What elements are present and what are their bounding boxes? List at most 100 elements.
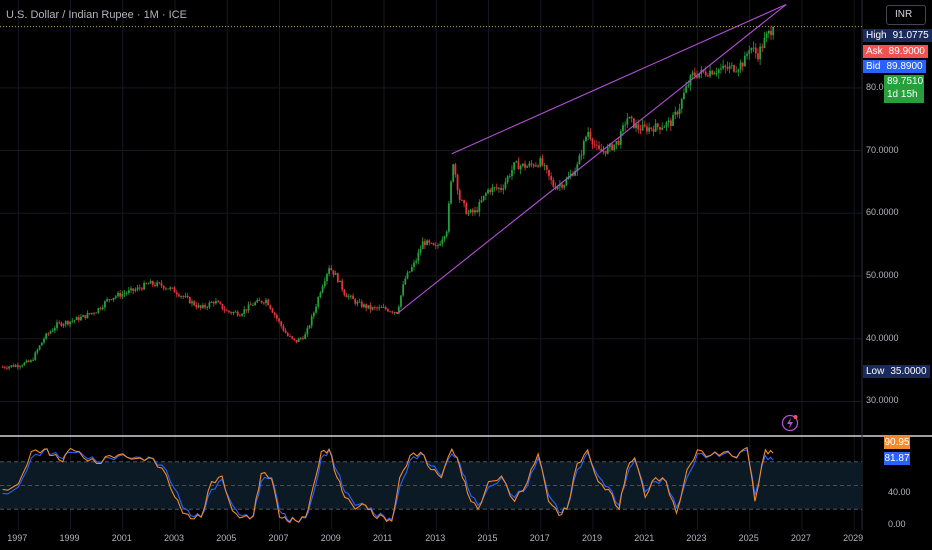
candle-body (132, 288, 135, 291)
candle-body (97, 308, 100, 313)
candle-body (175, 292, 178, 295)
candle-body (561, 184, 563, 188)
time-tick-label: 2019 (581, 533, 602, 543)
candle-body (713, 73, 716, 75)
candle-body (188, 297, 191, 304)
candle-body (330, 268, 333, 271)
candle-body (323, 281, 326, 287)
candle-body (149, 281, 152, 284)
candle-body (439, 243, 442, 246)
candle-body (445, 231, 448, 237)
candle-body (606, 147, 609, 154)
candle-body (347, 296, 350, 298)
candle-body (106, 299, 108, 302)
candle-body (47, 333, 50, 335)
candle-body (312, 312, 315, 317)
candle-body (593, 144, 596, 146)
candle-body (487, 189, 489, 194)
lightning-icon[interactable] (781, 414, 799, 432)
candle-body (535, 165, 537, 167)
time-tick-label: 2025 (738, 533, 759, 543)
candle-body (552, 180, 555, 187)
candle-body (77, 317, 80, 321)
candle-body (34, 352, 37, 361)
high-tag-label: High (863, 29, 890, 42)
candle-body (672, 114, 674, 127)
candle-body (493, 187, 496, 189)
stoch-k-tag: 90.95 (884, 436, 910, 449)
candle-body (650, 127, 653, 129)
candle-body (480, 200, 483, 203)
candle-body (754, 47, 757, 54)
time-tick-label: 2007 (268, 533, 289, 543)
candle-body (519, 165, 522, 170)
candle-body (630, 116, 633, 119)
candle-body (25, 360, 28, 363)
candle-body (302, 338, 304, 340)
candle-body (62, 324, 65, 326)
candle-body (506, 176, 509, 182)
candle-body (471, 209, 474, 213)
candle-body (461, 199, 463, 201)
candle-body (258, 300, 261, 301)
candle-body (704, 71, 707, 76)
candle-body (622, 125, 624, 132)
candle-body (134, 289, 137, 291)
candle-body (665, 122, 668, 127)
candle-body (252, 304, 254, 306)
candle-body (663, 126, 666, 128)
candle-body (334, 273, 337, 275)
candle-body (49, 331, 52, 334)
candle-body (121, 293, 124, 297)
candle-body (265, 299, 267, 304)
candle-body (437, 245, 439, 247)
candle-body (243, 309, 246, 314)
currency-button[interactable]: INR (886, 5, 926, 25)
candle-body (326, 273, 328, 282)
candle-body (772, 26, 775, 36)
candle-body (130, 288, 132, 291)
candle-body (528, 163, 531, 167)
candle-body (563, 185, 566, 188)
candle-body (167, 288, 169, 290)
bid-tag-value: 89.8900 (883, 60, 926, 73)
candle-body (450, 181, 452, 204)
candlestick-series (1, 25, 775, 371)
candle-body (715, 72, 718, 74)
candle-body (341, 280, 344, 290)
candle-body (123, 293, 126, 295)
candle-body (452, 164, 455, 182)
candle-body (685, 86, 688, 93)
price-tick-label: 60.0000 (866, 207, 899, 218)
candle-body (691, 72, 694, 76)
candle-body (456, 174, 459, 191)
candle-body (191, 301, 193, 304)
candle-body (463, 200, 465, 204)
candle-body (75, 317, 78, 321)
candle-body (676, 111, 679, 115)
candle-body (245, 309, 248, 311)
oscillator-tick-label: 40.00 (888, 487, 911, 498)
candle-body (687, 85, 690, 87)
candle-body (667, 120, 670, 123)
oscillator-tick-label: 0.00 (888, 519, 906, 529)
candle-body (626, 118, 629, 125)
candle-body (502, 188, 505, 190)
candle-body (284, 330, 287, 334)
high-tag-value: 91.0775 (889, 29, 932, 42)
last-price-value: 89.7510 (887, 76, 924, 87)
candle-body (317, 297, 320, 307)
candle-body (384, 307, 387, 310)
candle-body (358, 301, 361, 303)
candle-body (585, 136, 587, 142)
candle-body (484, 193, 487, 196)
last-price-tag: 89.7510 1d 15h (884, 75, 924, 103)
candle-body (151, 281, 154, 285)
candle-body (40, 342, 43, 346)
candle-body (360, 301, 363, 307)
candle-body (539, 158, 542, 167)
candle-body (241, 313, 243, 316)
candle-body (171, 287, 174, 289)
candle-body (482, 195, 485, 201)
candle-body (413, 262, 415, 268)
